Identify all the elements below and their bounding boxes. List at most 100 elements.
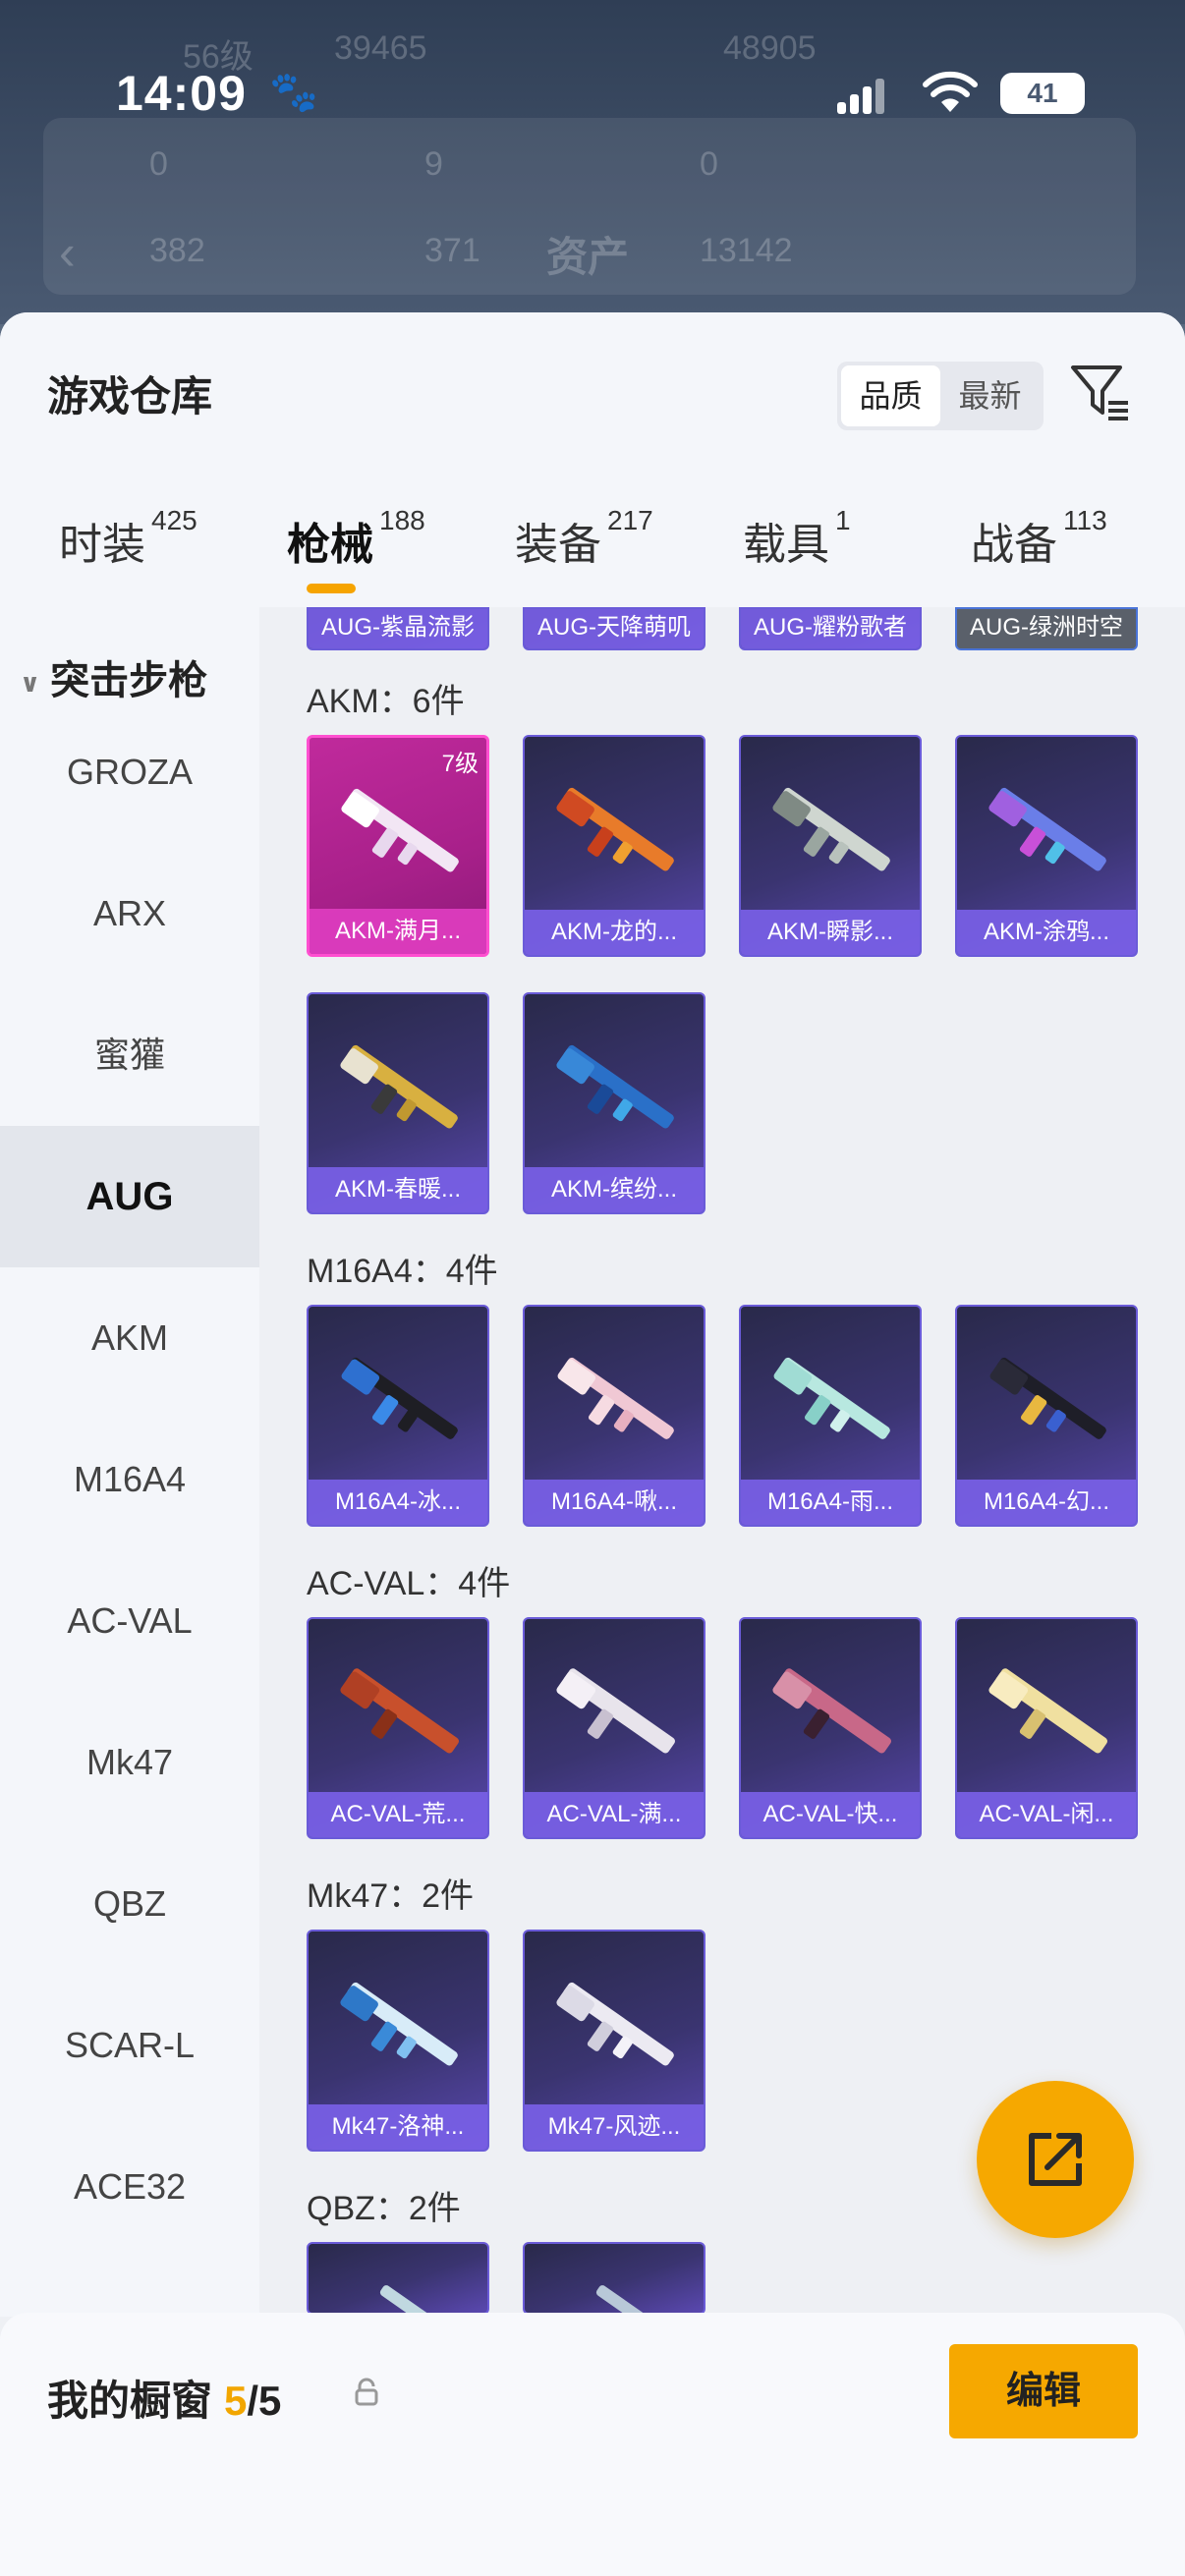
skin-tile[interactable]: M16A4-雨... xyxy=(739,1305,922,1527)
sort-quality[interactable]: 品质 xyxy=(841,365,940,426)
bg-back-icon: ‹ xyxy=(59,225,76,280)
section-title-akm: AKM：6件 xyxy=(307,683,465,720)
tab-guns-label: 枪械 xyxy=(287,521,373,569)
skin-tile[interactable]: AUG-天降萌叽 xyxy=(523,607,705,650)
skin-tile[interactable]: AKM-春暖... xyxy=(307,992,489,1214)
wifi-icon xyxy=(923,71,978,112)
rifle-icon xyxy=(340,1044,458,1129)
signal-icon xyxy=(837,79,886,114)
sidebar-item-groza[interactable]: GROZA xyxy=(0,701,259,843)
skin-name: AUG-绿洲时空 xyxy=(957,609,1136,648)
rifle-icon xyxy=(772,1668,891,1754)
bg-stat-6: 13142 xyxy=(700,232,793,269)
chevron-down-icon: ∨ xyxy=(20,667,41,698)
skin-name: AKM-涂鸦... xyxy=(957,910,1136,955)
sidebar-item-honey-badger[interactable]: 蜜獾 xyxy=(0,984,259,1126)
rifle-icon xyxy=(773,1357,890,1439)
skin-tile[interactable]: AKM-龙的... xyxy=(523,735,705,957)
export-icon xyxy=(1029,2133,1082,2186)
bg-stat-4: 382 xyxy=(149,232,205,269)
skin-tile[interactable]: 7级 AKM-满月... xyxy=(307,735,489,957)
clock: 14:09 xyxy=(116,66,247,121)
skin-tile[interactable]: M16A4-啾... xyxy=(523,1305,705,1527)
tab-vehicles[interactable]: 载具1 xyxy=(743,505,851,572)
skin-tile[interactable]: Mk47-风迹... xyxy=(523,1930,705,2152)
rifle-icon xyxy=(772,787,890,871)
skin-tile[interactable] xyxy=(307,2242,489,2315)
rifle-icon xyxy=(556,787,674,871)
skin-name: M16A4-啾... xyxy=(525,1480,704,1525)
section-title-ac-val: AC-VAL：4件 xyxy=(307,1565,511,1602)
skin-tile[interactable]: M16A4-幻... xyxy=(955,1305,1138,1527)
sort-latest[interactable]: 最新 xyxy=(940,365,1040,426)
bg-stat-1: 0 xyxy=(149,145,168,183)
skin-name: M16A4-幻... xyxy=(957,1480,1136,1525)
skin-tile[interactable]: AC-VAL-荒... xyxy=(307,1617,489,1839)
sidebar-item-m16a4[interactable]: M16A4 xyxy=(0,1409,259,1550)
tab-equipment[interactable]: 装备217 xyxy=(515,505,653,572)
skin-tile[interactable]: AKM-缤纷... xyxy=(523,992,705,1214)
skin-tile[interactable]: AUG-绿洲时空 xyxy=(955,607,1138,650)
tab-fashion[interactable]: 时装425 xyxy=(59,505,198,572)
showcase-title: 我的橱窗 xyxy=(47,2378,213,2424)
sidebar-item-arx[interactable]: ARX xyxy=(0,843,259,984)
sort-toggle: 品质 最新 xyxy=(837,362,1044,430)
rifle-icon xyxy=(556,1668,675,1754)
skin-tile[interactable]: M16A4-冰... xyxy=(307,1305,489,1527)
category-tabs: 时装425 枪械188 装备217 载具1 战备113 xyxy=(0,499,1185,597)
rifle-icon xyxy=(341,788,459,872)
rifle-icon xyxy=(556,1044,674,1129)
skin-name: AUG-天降萌叽 xyxy=(525,609,704,648)
rifle-icon xyxy=(988,1668,1107,1754)
skin-tile[interactable]: Mk47-洛神... xyxy=(307,1930,489,2152)
sidebar-item-qbz[interactable]: QBZ xyxy=(0,1833,259,1975)
rifle-icon xyxy=(988,787,1106,871)
showcase-label: 我的橱窗 5/5 xyxy=(47,2368,281,2428)
skin-tile[interactable] xyxy=(523,2242,705,2315)
weapon-sidebar: ∨ 突击步枪 GROZA ARX 蜜獾 AUG AKM M16A4 AC-VAL … xyxy=(0,607,259,2317)
tab-vehicles-label: 载具 xyxy=(743,521,829,569)
edit-button[interactable]: 编辑 xyxy=(949,2344,1138,2438)
sidebar-item-ac-val[interactable]: AC-VAL xyxy=(0,1550,259,1692)
skin-tile[interactable]: AKM-涂鸦... xyxy=(955,735,1138,957)
tab-guns[interactable]: 枪械188 xyxy=(287,505,425,572)
showcase-bar: 我的橱窗 5/5 编辑 xyxy=(0,2313,1185,2576)
skin-tile[interactable]: AKM-瞬影... xyxy=(739,735,922,957)
sidebar-item-akm[interactable]: AKM xyxy=(0,1267,259,1409)
skin-tile[interactable]: AC-VAL-快... xyxy=(739,1617,922,1839)
skin-name: M16A4-冰... xyxy=(309,1480,487,1525)
showcase-total-count: 5 xyxy=(258,2378,282,2424)
skin-name: AC-VAL-快... xyxy=(741,1792,920,1837)
rifle-icon xyxy=(595,2285,689,2313)
active-tab-indicator xyxy=(307,584,356,593)
bg-stat-2: 9 xyxy=(424,145,443,183)
section-title-qbz: QBZ：2件 xyxy=(307,2190,461,2227)
skin-tile[interactable]: AUG-耀粉歌者 xyxy=(739,607,922,650)
rifle-icon xyxy=(557,1357,674,1439)
section-title-mk47: Mk47：2件 xyxy=(307,1877,475,1915)
tab-supplies[interactable]: 战备113 xyxy=(971,505,1107,572)
sidebar-group-assault-rifles[interactable]: ∨ 突击步枪 xyxy=(20,648,207,705)
skin-tile[interactable]: AC-VAL-满... xyxy=(523,1617,705,1839)
skin-tile[interactable]: AC-VAL-闲... xyxy=(955,1617,1138,1839)
skin-name: AC-VAL-闲... xyxy=(957,1792,1136,1837)
filter-icon[interactable] xyxy=(1069,362,1132,424)
skin-tile[interactable]: AUG-紫晶流影 xyxy=(307,607,489,650)
lock-icon xyxy=(355,2378,378,2406)
tab-equipment-count: 217 xyxy=(607,505,653,535)
rifle-icon xyxy=(340,1982,458,2066)
sidebar-item-mk47[interactable]: Mk47 xyxy=(0,1692,259,1833)
skin-name: AUG-耀粉歌者 xyxy=(741,609,920,648)
skin-name: AKM-春暖... xyxy=(309,1167,487,1212)
sidebar-group-label: 突击步枪 xyxy=(50,659,208,702)
tab-supplies-label: 战备 xyxy=(971,521,1057,569)
paw-icon: 🐾 xyxy=(269,71,318,114)
skin-name: AC-VAL-满... xyxy=(525,1792,704,1837)
sidebar-item-scar-l[interactable]: SCAR-L xyxy=(0,1975,259,2116)
warehouse-sheet: 游戏仓库 品质 最新 时装425 枪械188 装备217 载具1 战备113 ∨… xyxy=(0,312,1185,2576)
sidebar-item-aug[interactable]: AUG xyxy=(0,1126,259,1267)
sidebar-item-ace32[interactable]: ACE32 xyxy=(0,2116,259,2258)
skin-name: M16A4-雨... xyxy=(741,1480,920,1525)
share-button[interactable] xyxy=(977,2081,1134,2238)
skin-name: AUG-紫晶流影 xyxy=(309,609,487,648)
